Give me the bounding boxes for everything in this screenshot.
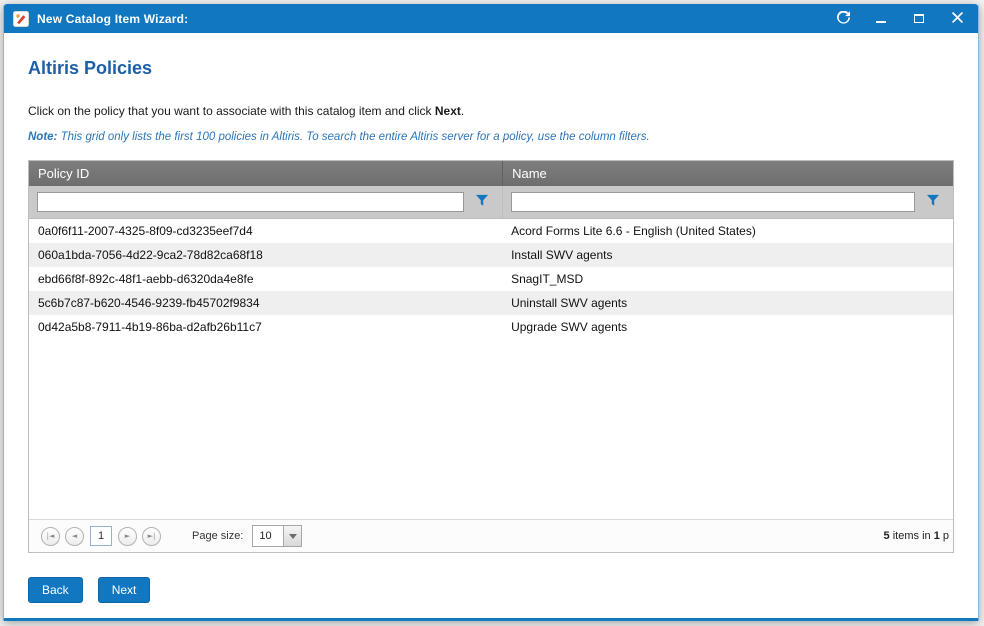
app-icon bbox=[13, 11, 29, 27]
note-label: Note: bbox=[28, 131, 57, 143]
refresh-icon bbox=[837, 11, 850, 27]
instruction-post: . bbox=[461, 104, 464, 118]
name-filter-cell bbox=[502, 186, 953, 218]
first-page-icon: |◄ bbox=[47, 533, 55, 540]
table-row[interactable]: 5c6b7c87-b620-4546-9239-fb45702f9834 Uni… bbox=[29, 291, 953, 315]
note-text: Note: This grid only lists the first 100… bbox=[28, 131, 954, 143]
table-row[interactable]: ebd66f8f-892c-48f1-aebb-d6320da4e8fe Sna… bbox=[29, 267, 953, 291]
wizard-content: Altiris Policies Click on the policy tha… bbox=[4, 33, 978, 618]
policy-id-cell: 0a0f6f11-2007-4325-8f09-cd3235eef7d4 bbox=[29, 224, 502, 238]
name-cell: Upgrade SWV agents bbox=[502, 320, 953, 334]
column-header-policy-id[interactable]: Policy ID bbox=[29, 161, 502, 186]
policy-id-cell: ebd66f8f-892c-48f1-aebb-d6320da4e8fe bbox=[29, 272, 502, 286]
page-size-label: Page size: bbox=[192, 530, 243, 542]
pager-previous-button[interactable]: ◄ bbox=[65, 527, 84, 546]
policy-id-cell: 060a1bda-7056-4d22-9ca2-78d82ca68f18 bbox=[29, 248, 502, 262]
name-filter-input[interactable] bbox=[511, 192, 915, 212]
chevron-down-icon bbox=[289, 534, 297, 539]
instruction-pre: Click on the policy that you want to ass… bbox=[28, 104, 435, 118]
instruction-bold: Next bbox=[435, 104, 461, 118]
policy-id-cell: 5c6b7c87-b620-4546-9239-fb45702f9834 bbox=[29, 296, 502, 310]
page-size-dropdown: 10 bbox=[252, 525, 302, 547]
instruction-text: Click on the policy that you want to ass… bbox=[28, 104, 954, 118]
name-cell: Uninstall SWV agents bbox=[502, 296, 953, 310]
column-header-name[interactable]: Name bbox=[502, 161, 953, 186]
policy-id-filter-cell bbox=[29, 186, 502, 218]
name-filter-button[interactable] bbox=[921, 190, 945, 214]
funnel-icon bbox=[926, 194, 940, 210]
pager-next-button[interactable]: ► bbox=[118, 527, 137, 546]
pager-first-button[interactable]: |◄ bbox=[41, 527, 60, 546]
pager: |◄ ◄ 1 ► ►| Page size: 10 5 items in 1 p bbox=[29, 519, 953, 552]
last-page-icon: ►| bbox=[148, 533, 156, 540]
previous-page-icon: ◄ bbox=[72, 533, 77, 540]
next-page-icon: ► bbox=[125, 533, 130, 540]
close-icon bbox=[952, 11, 963, 26]
table-row[interactable]: 0d42a5b8-7911-4b19-86ba-d2afb26b11c7 Upg… bbox=[29, 315, 953, 339]
grid-body: 0a0f6f11-2007-4325-8f09-cd3235eef7d4 Aco… bbox=[29, 219, 953, 519]
table-row[interactable]: 0a0f6f11-2007-4325-8f09-cd3235eef7d4 Aco… bbox=[29, 219, 953, 243]
pager-status: 5 items in 1 p bbox=[884, 530, 949, 542]
page-size-value[interactable]: 10 bbox=[252, 525, 284, 547]
back-button[interactable]: Back bbox=[28, 577, 83, 603]
refresh-button[interactable] bbox=[834, 10, 852, 28]
policy-id-filter-button[interactable] bbox=[470, 190, 494, 214]
grid-header-row: Policy ID Name bbox=[29, 161, 953, 186]
minimize-button[interactable] bbox=[872, 10, 890, 28]
window-title: New Catalog Item Wizard: bbox=[37, 12, 188, 26]
policy-id-filter-input[interactable] bbox=[37, 192, 464, 212]
page-title: Altiris Policies bbox=[28, 58, 954, 79]
status-suffix-text: p bbox=[940, 530, 949, 542]
footer-buttons: Back Next bbox=[28, 577, 954, 603]
funnel-icon bbox=[475, 194, 489, 210]
maximize-button[interactable] bbox=[910, 10, 928, 28]
note-body: This grid only lists the first 100 polic… bbox=[57, 131, 649, 143]
pager-last-button[interactable]: ►| bbox=[142, 527, 161, 546]
table-row[interactable]: 060a1bda-7056-4d22-9ca2-78d82ca68f18 Ins… bbox=[29, 243, 953, 267]
window-controls bbox=[834, 10, 966, 28]
policy-id-cell: 0d42a5b8-7911-4b19-86ba-d2afb26b11c7 bbox=[29, 320, 502, 334]
minimize-icon bbox=[876, 21, 886, 23]
policies-grid: Policy ID Name bbox=[28, 160, 954, 553]
grid-filter-row bbox=[29, 186, 953, 219]
name-cell: Acord Forms Lite 6.6 - English (United S… bbox=[502, 224, 953, 238]
page-size-dropdown-button[interactable] bbox=[284, 525, 302, 547]
wizard-window: New Catalog Item Wizard: bbox=[3, 4, 979, 621]
next-button[interactable]: Next bbox=[98, 577, 151, 603]
name-cell: Install SWV agents bbox=[502, 248, 953, 262]
pager-current-page[interactable]: 1 bbox=[90, 526, 112, 546]
titlebar: New Catalog Item Wizard: bbox=[4, 4, 978, 33]
maximize-icon bbox=[914, 14, 924, 23]
close-button[interactable] bbox=[948, 10, 966, 28]
name-cell: SnagIT_MSD bbox=[502, 272, 953, 286]
status-mid-text: items in bbox=[890, 530, 934, 542]
